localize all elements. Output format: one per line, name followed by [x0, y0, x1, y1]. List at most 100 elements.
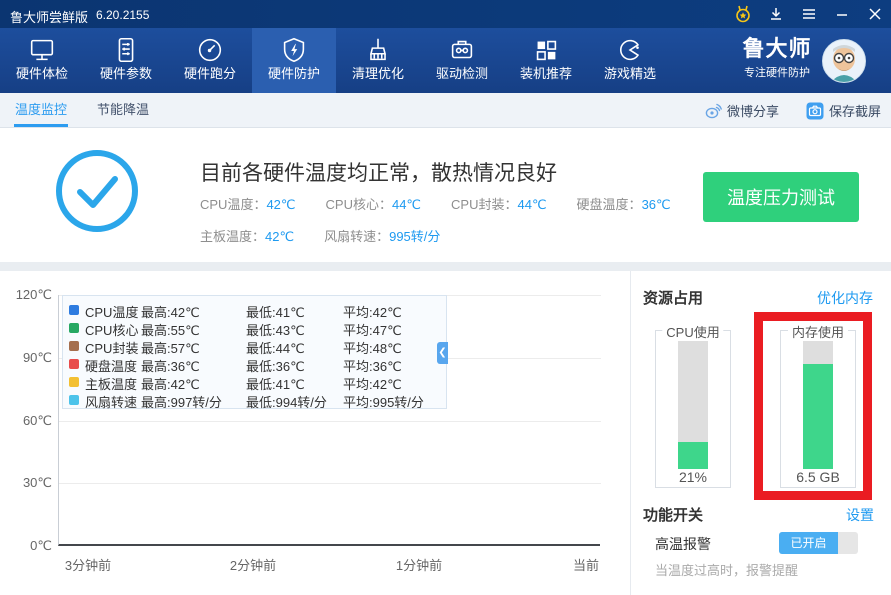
y-tick-60: 60℃: [2, 413, 52, 429]
metric-cpu-package: CPU封装：44℃: [451, 194, 547, 213]
app-window: 鲁大师尝鲜版 6.20.2155: [0, 0, 891, 595]
cpu-usage-label: CPU使用: [662, 322, 723, 341]
weibo-share-button[interactable]: 微博分享: [704, 93, 779, 128]
gridline-60: [59, 421, 601, 422]
weibo-icon: [704, 102, 722, 120]
pacman-icon: [588, 34, 672, 66]
nav-item-clean-optimize[interactable]: 清理优化: [336, 28, 420, 93]
x-tick-2min: 2分钟前: [230, 555, 276, 574]
sub-tab-bar: 温度监控 节能降温 微博分享 保存截屏: [0, 93, 891, 128]
temperature-stress-test-button[interactable]: 温度压力测试: [703, 172, 859, 222]
memory-usage-gauge: 内存使用 6.5 GB: [780, 330, 856, 488]
metrics-row-2: 主板温度：42℃ 风扇转速：995转/分: [200, 226, 470, 245]
main-content: 120℃ 90℃ 60℃ 30℃ 0℃ 3分钟前 2分钟前 1分钟前 当前 CP…: [0, 271, 891, 595]
legend-row-cpu-temp: CPU温度 最高:42℃ 最低:41℃ 平均:42℃: [63, 301, 446, 320]
section-divider: [0, 262, 891, 271]
shield-bolt-icon: [252, 34, 336, 66]
app-version: 6.20.2155: [96, 8, 149, 22]
broom-icon: [336, 34, 420, 66]
metric-cpu-temp: CPU温度：42℃: [200, 194, 296, 213]
series-swatch: [69, 377, 79, 387]
y-tick-120: 120℃: [2, 287, 52, 303]
high-temp-alarm-label: 高温报警: [655, 534, 711, 554]
legend-row-board-temp: 主板温度 最高:42℃ 最低:41℃ 平均:42℃: [63, 373, 446, 392]
series-swatch: [69, 395, 79, 405]
metric-fan-speed: 风扇转速：995转/分: [324, 226, 440, 245]
gridline-30: [59, 483, 601, 484]
metrics-row-1: CPU温度：42℃ CPU核心：44℃ CPU封装：44℃ 硬盘温度：36℃: [200, 194, 701, 213]
toolbox-icon: [420, 34, 504, 66]
monitor-icon: [0, 34, 84, 66]
download-icon[interactable]: [759, 0, 792, 28]
x-tick-1min: 1分钟前: [396, 555, 442, 574]
status-headline: 目前各硬件温度均正常，散热情况良好: [200, 157, 557, 187]
temperature-status-section: 目前各硬件温度均正常，散热情况良好 CPU温度：42℃ CPU核心：44℃ CP…: [0, 128, 891, 262]
metric-cpu-core: CPU核心：44℃: [326, 194, 422, 213]
nav-item-hardware-check[interactable]: 硬件体检: [0, 28, 84, 93]
window-controls: [726, 0, 891, 28]
camera-icon: [806, 102, 824, 120]
main-navigation: 硬件体检 硬件参数 硬件跑分: [0, 28, 891, 93]
y-tick-30: 30℃: [2, 475, 52, 491]
nav-item-build-recommend[interactable]: 装机推荐: [504, 28, 588, 93]
chart-legend: CPU温度 最高:42℃ 最低:41℃ 平均:42℃ CPU核心 最高:55℃ …: [62, 295, 447, 409]
nav-label: 硬件跑分: [168, 66, 252, 82]
tab-temperature-monitor[interactable]: 温度监控: [14, 93, 68, 127]
series-swatch: [69, 305, 79, 315]
high-temp-alarm-toggle[interactable]: 已开启: [779, 532, 858, 554]
nav-item-benchmark[interactable]: 硬件跑分: [168, 28, 252, 93]
tab-energy-cooling[interactable]: 节能降温: [97, 93, 149, 127]
nav-item-hardware-protect[interactable]: 硬件防护: [252, 28, 336, 93]
save-screenshot-button[interactable]: 保存截屏: [806, 93, 881, 128]
brand-slogan: 专注硬件防护: [735, 65, 819, 81]
nav-label: 游戏精选: [588, 66, 672, 82]
weibo-share-label: 微博分享: [727, 101, 779, 120]
series-avg: 平均:995转/分: [343, 392, 424, 411]
switches-title: 功能开关: [643, 504, 703, 525]
nav-label: 硬件体检: [0, 66, 84, 82]
save-screenshot-label: 保存截屏: [829, 101, 881, 120]
close-icon[interactable]: [858, 0, 891, 28]
series-min: 最低:994转/分: [246, 392, 327, 411]
memory-gauge-fill: [803, 364, 833, 469]
nav-item-hardware-specs[interactable]: 硬件参数: [84, 28, 168, 93]
blocks-icon: [504, 34, 588, 66]
memory-gauge-track: [803, 341, 833, 469]
nav-label: 清理优化: [336, 66, 420, 82]
series-max: 最高:997转/分: [141, 392, 222, 411]
nav-item-driver-check[interactable]: 驱动检测: [420, 28, 504, 93]
legend-row-disk-temp: 硬盘温度 最高:36℃ 最低:36℃ 平均:36℃: [63, 355, 446, 374]
nav-item-game-selection[interactable]: 游戏精选: [588, 28, 672, 93]
nav-label: 装机推荐: [504, 66, 588, 82]
alarm-note: 当温度过高时，报警提醒: [655, 560, 798, 579]
series-name: 风扇转速: [85, 392, 137, 411]
memory-usage-label: 内存使用: [788, 322, 848, 341]
settings-link[interactable]: 设置: [846, 505, 874, 525]
cpu-gauge-fill: [678, 442, 708, 469]
title-bar: 鲁大师尝鲜版 6.20.2155: [0, 0, 891, 28]
app-title: 鲁大师尝鲜版: [10, 7, 88, 26]
x-tick-now: 当前: [573, 555, 599, 574]
legend-row-fan-speed: 风扇转速 最高:997转/分 最低:994转/分 平均:995转/分: [63, 391, 446, 410]
metric-board-temp: 主板温度：42℃: [200, 226, 294, 245]
legend-row-cpu-package: CPU封装 最高:57℃ 最低:44℃ 平均:48℃: [63, 337, 446, 356]
cpu-usage-gauge: CPU使用 21%: [655, 330, 731, 488]
legend-collapse-arrow[interactable]: ❮: [437, 342, 448, 364]
nav-label: 硬件防护: [252, 66, 336, 82]
brand-block: 鲁大师 专注硬件防护: [735, 33, 819, 81]
menu-icon[interactable]: [792, 0, 825, 28]
minimize-icon[interactable]: [825, 0, 858, 28]
series-swatch: [69, 359, 79, 369]
series-swatch: [69, 341, 79, 351]
ok-check-icon: [54, 148, 140, 239]
vertical-divider: [630, 271, 631, 595]
nav-label: 驱动检测: [420, 66, 504, 82]
brand-name: 鲁大师: [735, 33, 819, 65]
resources-title: 资源占用: [643, 287, 703, 308]
nav-label: 硬件参数: [84, 66, 168, 82]
optimize-memory-link[interactable]: 优化内存: [817, 288, 873, 308]
cpu-gauge-track: [678, 341, 708, 469]
medal-icon[interactable]: [726, 0, 759, 28]
mascot-avatar[interactable]: [822, 39, 866, 83]
legend-row-cpu-core: CPU核心 最高:55℃ 最低:43℃ 平均:47℃: [63, 319, 446, 338]
